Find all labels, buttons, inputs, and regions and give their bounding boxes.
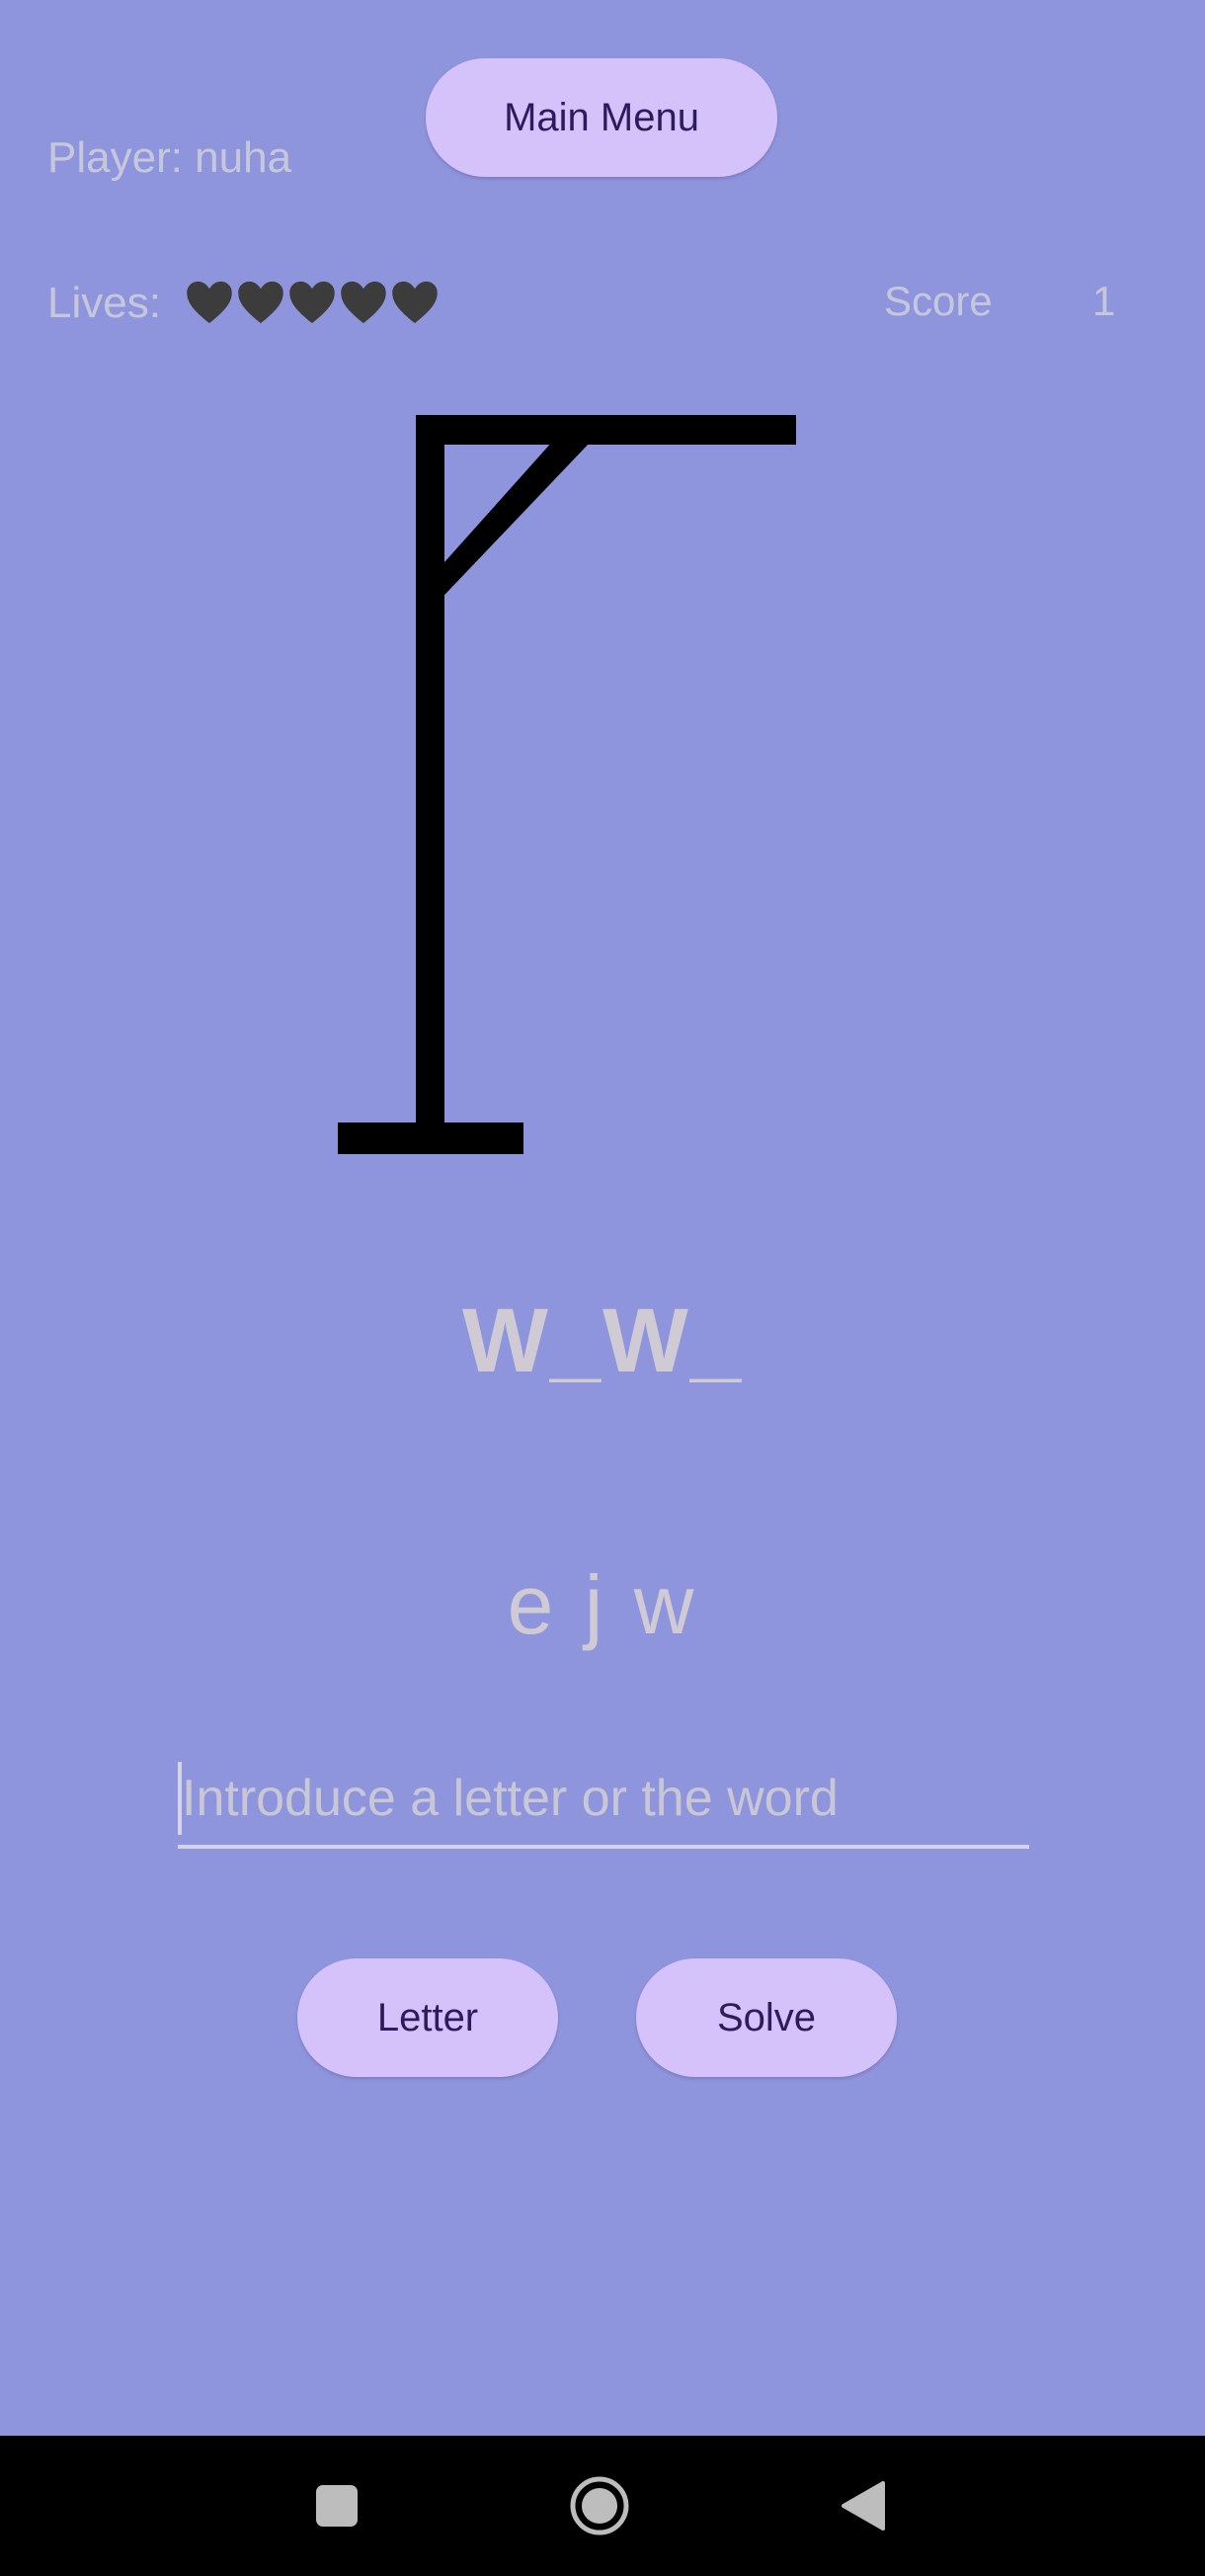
text-cursor [178,1762,182,1835]
guessed-letters: e j w [507,1558,698,1651]
heart-icon [289,281,335,324]
gallows-post [416,415,444,1126]
heart-icon [238,281,283,324]
lives-hearts [184,277,441,328]
heart-icon [187,281,232,324]
recent-apps-button[interactable] [278,2436,396,2576]
heart-icon [392,281,438,324]
home-icon [570,2476,629,2535]
back-icon [842,2481,885,2531]
score-label: Score [884,278,993,324]
guess-input[interactable] [178,1752,1029,1849]
letter-button[interactable]: Letter [297,1958,558,2077]
lives-label: Lives: [47,279,161,327]
gallows-drawing [338,415,796,1154]
home-button[interactable] [540,2436,659,2576]
gallows-beam [416,415,796,445]
recent-apps-icon [316,2485,358,2527]
player-name-label: Player: nuha [47,133,292,182]
main-menu-button[interactable]: Main Menu [426,58,777,177]
heart-icon [341,281,386,324]
system-navigation-bar [0,2436,1205,2576]
solve-button[interactable]: Solve [636,1958,897,2077]
masked-word: W_W_ [462,1290,743,1391]
back-button[interactable] [803,2436,922,2576]
gallows-brace [428,441,590,613]
gallows-base [338,1122,523,1154]
score-value: 1 [1092,278,1116,324]
